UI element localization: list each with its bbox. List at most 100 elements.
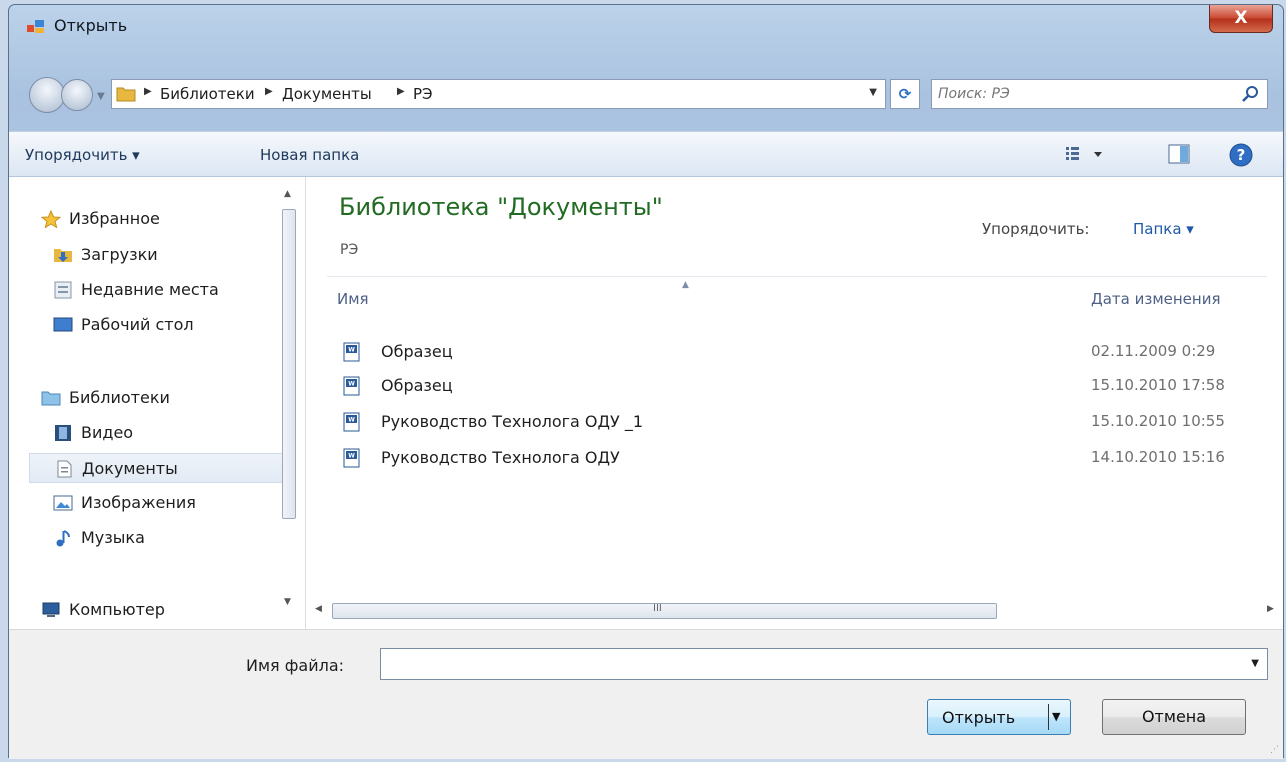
file-list-pane: Библиотека "Документы" РЭ Упорядочить: П…	[307, 177, 1283, 629]
filename-input[interactable]	[387, 654, 1227, 674]
word-document-icon: W	[343, 448, 360, 468]
open-button-label: Открыть	[942, 708, 1016, 727]
sidebar-item-recent-places[interactable]: Недавние места	[29, 275, 291, 305]
computer-icon	[42, 602, 60, 617]
scroll-grip: III	[653, 603, 662, 614]
refresh-button[interactable]: ⟳	[890, 79, 920, 109]
file-list-horizontal-scrollbar[interactable]: ◀ III ▶	[307, 601, 1283, 623]
address-bar[interactable]: ▶ Библиотеки ▶ Документы ▶ РЭ ▼	[111, 79, 886, 109]
file-date: 15.10.2010 10:55	[1091, 412, 1225, 430]
breadcrumb-libraries[interactable]: Библиотеки	[160, 85, 255, 103]
new-folder-button[interactable]: Новая папка	[260, 146, 359, 164]
sidebar-item-label: Библиотеки	[69, 388, 170, 407]
file-date: 15.10.2010 17:58	[1091, 376, 1225, 394]
documents-icon	[57, 460, 72, 478]
file-name: Образец	[381, 342, 453, 361]
sidebar-item-label: Документы	[82, 459, 178, 478]
music-icon	[56, 530, 70, 547]
scroll-right-icon[interactable]: ▶	[1267, 604, 1274, 614]
svg-text:W: W	[348, 453, 355, 460]
organize-menu-button[interactable]: Упорядочить ▾	[25, 146, 140, 164]
sidebar-item-computer[interactable]: Компьютер	[29, 595, 291, 625]
file-date: 02.11.2009 0:29	[1091, 342, 1216, 360]
sidebar-item-label: Избранное	[69, 209, 160, 228]
column-header-name[interactable]: Имя	[337, 290, 369, 308]
file-row[interactable]: W Образец 02.11.2009 0:29	[335, 339, 1265, 367]
scroll-up-icon[interactable]: ▲	[284, 189, 291, 199]
word-document-icon: W	[343, 412, 360, 432]
app-window-icon	[27, 20, 44, 33]
command-toolbar: Упорядочить ▾ Новая папка ?	[9, 131, 1283, 177]
breadcrumb-separator-icon[interactable]: ▶	[265, 86, 273, 97]
address-dropdown-icon[interactable]: ▼	[869, 87, 877, 98]
sidebar-item-label: Недавние места	[81, 280, 219, 299]
pictures-icon	[53, 495, 73, 511]
sidebar-item-documents[interactable]: Документы	[29, 453, 291, 483]
help-icon[interactable]: ?	[1228, 142, 1254, 168]
navigation-scroll-thumb[interactable]	[282, 209, 296, 519]
word-document-icon: W	[343, 376, 360, 396]
file-date: 14.10.2010 15:16	[1091, 448, 1225, 466]
scroll-left-icon[interactable]: ◀	[315, 604, 322, 614]
sidebar-item-favorites[interactable]: Избранное	[29, 204, 291, 234]
svg-text:?: ?	[1237, 146, 1246, 164]
breadcrumb-documents[interactable]: Документы	[282, 85, 372, 103]
history-dropdown-icon[interactable]: ▼	[97, 91, 105, 102]
star-icon	[41, 210, 61, 228]
cancel-button[interactable]: Отмена	[1102, 699, 1246, 735]
filename-dropdown-icon[interactable]: ▼	[1251, 658, 1259, 669]
sidebar-item-downloads[interactable]: Загрузки	[29, 240, 291, 270]
file-name: Образец	[381, 376, 453, 395]
recent-places-icon	[54, 281, 72, 299]
open-options-dropdown-icon[interactable]: ▼	[1052, 710, 1060, 723]
sidebar-item-libraries[interactable]: Библиотеки	[29, 383, 291, 413]
search-input[interactable]	[938, 84, 1228, 104]
sidebar-item-label: Музыка	[81, 528, 145, 547]
file-row[interactable]: W Руководство Технолога ОДУ _1 15.10.201…	[335, 409, 1265, 437]
breadcrumb-separator-icon[interactable]: ▶	[144, 86, 152, 97]
search-box[interactable]	[931, 79, 1268, 109]
svg-text:W: W	[348, 381, 355, 388]
sidebar-item-music[interactable]: Музыка	[29, 523, 291, 553]
preview-pane-icon[interactable]	[1167, 142, 1191, 166]
sidebar-item-video[interactable]: Видео	[29, 418, 291, 448]
sort-ascending-icon: ▲	[682, 280, 689, 290]
navigation-bar: ▼ ▶ Библиотеки ▶ Документы ▶ РЭ ▼ ⟳	[9, 73, 1283, 113]
search-icon[interactable]	[1241, 84, 1261, 104]
navigation-pane: Избранное Загрузки Недавние места Рабочи…	[9, 177, 306, 629]
split-divider	[1048, 704, 1049, 730]
back-button[interactable]	[29, 77, 65, 113]
resize-grip-icon[interactable]: ⋰	[1270, 745, 1279, 755]
main-area: Избранное Загрузки Недавние места Рабочи…	[9, 177, 1283, 629]
folder-icon	[116, 87, 136, 102]
change-view-icon[interactable]	[1064, 142, 1108, 166]
close-button[interactable]: X	[1209, 5, 1273, 33]
svg-text:W: W	[348, 347, 355, 354]
filename-label: Имя файла:	[246, 656, 345, 675]
downloads-folder-icon	[54, 249, 72, 262]
filename-combobox[interactable]: ▼	[380, 648, 1268, 680]
breadcrumb-separator-icon[interactable]: ▶	[397, 86, 405, 97]
sidebar-item-desktop[interactable]: Рабочий стол	[29, 310, 291, 340]
sidebar-item-label: Видео	[81, 423, 134, 442]
file-name: Руководство Технолога ОДУ	[381, 448, 620, 467]
file-row[interactable]: W Образец 15.10.2010 17:58	[335, 373, 1265, 401]
arrange-by-dropdown[interactable]: Папка ▾	[1133, 220, 1194, 238]
open-file-dialog: Открыть X ▼ ▶ Библиотеки ▶ Документы ▶ Р…	[8, 4, 1284, 759]
forward-button[interactable]	[61, 79, 93, 111]
navigation-scrollbar[interactable]: ▲ ▼	[280, 185, 300, 609]
sidebar-item-pictures[interactable]: Изображения	[29, 488, 291, 518]
word-document-icon: W	[343, 342, 360, 362]
column-header-date[interactable]: Дата изменения	[1091, 290, 1221, 308]
breadcrumb-current[interactable]: РЭ	[413, 85, 433, 103]
title-bar: Открыть X	[9, 5, 1283, 45]
header-divider	[327, 276, 1267, 277]
video-icon	[55, 425, 71, 441]
horizontal-scroll-thumb[interactable]: III	[332, 603, 997, 619]
file-row[interactable]: W Руководство Технолога ОДУ 14.10.2010 1…	[335, 445, 1265, 473]
library-subtitle: РЭ	[340, 242, 359, 258]
open-button[interactable]: Открыть ▼	[927, 699, 1071, 735]
arrange-by-label: Упорядочить:	[982, 220, 1090, 238]
svg-text:W: W	[348, 417, 355, 424]
scroll-down-icon[interactable]: ▼	[284, 597, 291, 607]
